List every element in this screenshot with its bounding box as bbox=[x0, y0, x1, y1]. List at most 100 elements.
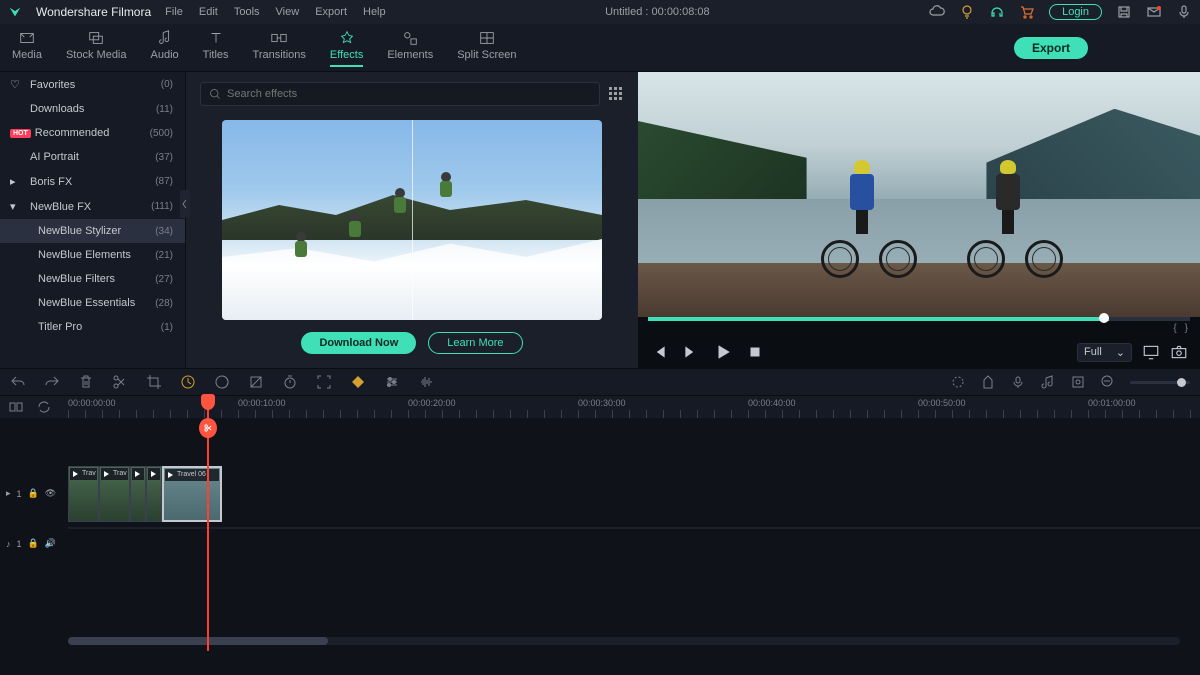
snapshot-icon[interactable] bbox=[1170, 343, 1188, 361]
mix-icon[interactable] bbox=[950, 374, 966, 390]
clip-2[interactable]: Trav bbox=[99, 466, 130, 522]
sidebar-sub-stylizer[interactable]: NewBlue Stylizer(34) bbox=[0, 219, 185, 243]
message-icon[interactable] bbox=[1146, 4, 1162, 20]
app-title: Wondershare Filmora bbox=[36, 5, 151, 19]
chevron-down-icon: ⌄ bbox=[1116, 346, 1125, 359]
color-icon[interactable] bbox=[214, 374, 230, 390]
clip-4[interactable] bbox=[146, 466, 162, 522]
audio-track[interactable]: ♪1🔒🔊 bbox=[68, 528, 1200, 558]
record-icon[interactable] bbox=[1010, 374, 1026, 390]
zoom-out-icon[interactable] bbox=[1100, 374, 1116, 390]
video-progress-bar[interactable] bbox=[648, 317, 1190, 321]
effects-sidebar: ♡Favorites(0) Downloads(11) HOTRecommend… bbox=[0, 72, 186, 368]
video-preview[interactable] bbox=[638, 72, 1200, 317]
tab-split-screen[interactable]: Split Screen bbox=[457, 29, 516, 67]
cart-icon[interactable] bbox=[1019, 4, 1035, 20]
tab-elements[interactable]: Elements bbox=[387, 29, 433, 67]
display-icon[interactable] bbox=[1142, 343, 1160, 361]
sidebar-item-newblue-fx[interactable]: ▾NewBlue FX(111) bbox=[0, 194, 185, 219]
menu-file[interactable]: File bbox=[165, 6, 183, 18]
quality-select[interactable]: Full⌄ bbox=[1077, 343, 1132, 362]
zoom-slider[interactable] bbox=[1130, 381, 1190, 384]
crop-icon[interactable] bbox=[146, 374, 162, 390]
video-track[interactable]: ▸1🔒👁 Trav Trav Travel 06 bbox=[68, 460, 1200, 528]
grid-view-icon[interactable] bbox=[608, 86, 624, 102]
sidebar-item-ai-portrait[interactable]: AI Portrait(37) bbox=[0, 145, 185, 169]
eye-icon[interactable]: 👁 bbox=[45, 488, 56, 499]
sidebar-item-boris-fx[interactable]: ▸Boris FX(87) bbox=[0, 169, 185, 194]
menu-view[interactable]: View bbox=[276, 6, 300, 18]
sync-icon[interactable] bbox=[36, 399, 52, 415]
marker-in-icon[interactable]: { bbox=[1173, 323, 1176, 334]
stop-button[interactable] bbox=[746, 343, 764, 361]
heart-icon: ♡ bbox=[10, 78, 24, 91]
sidebar-sub-titler[interactable]: Titler Pro(1) bbox=[0, 315, 185, 339]
next-frame-button[interactable] bbox=[682, 343, 700, 361]
tab-media[interactable]: Media bbox=[12, 29, 42, 67]
scissors-icon bbox=[199, 418, 217, 438]
lock-icon[interactable]: 🔒 bbox=[28, 538, 39, 549]
tool-tabs-bar: Media Stock Media Audio Titles Transitio… bbox=[0, 24, 1200, 72]
marker-icon[interactable] bbox=[980, 374, 996, 390]
menu-tools[interactable]: Tools bbox=[234, 6, 260, 18]
menu-export[interactable]: Export bbox=[315, 6, 347, 18]
cloud-icon[interactable] bbox=[929, 4, 945, 20]
clip-5-selected[interactable]: Travel 06 bbox=[162, 466, 222, 522]
export-button[interactable]: Export bbox=[1014, 37, 1088, 59]
prev-frame-button[interactable] bbox=[650, 343, 668, 361]
tab-titles[interactable]: Titles bbox=[203, 29, 229, 67]
learn-more-button[interactable]: Learn More bbox=[428, 332, 522, 354]
playhead[interactable] bbox=[207, 396, 209, 651]
titlebar: Wondershare Filmora File Edit Tools View… bbox=[0, 0, 1200, 24]
idea-icon[interactable] bbox=[959, 4, 975, 20]
timer-icon[interactable] bbox=[282, 374, 298, 390]
video-track-icon: ▸ bbox=[6, 488, 11, 499]
split-icon[interactable] bbox=[112, 374, 128, 390]
sidebar-item-downloads[interactable]: Downloads(11) bbox=[0, 97, 185, 121]
green-screen-icon[interactable] bbox=[248, 374, 264, 390]
timeline-scrollbar[interactable] bbox=[68, 637, 1180, 645]
app-logo-icon bbox=[8, 5, 22, 19]
lock-icon[interactable]: 🔒 bbox=[28, 488, 39, 499]
clip-1[interactable]: Trav bbox=[68, 466, 99, 522]
render-icon[interactable] bbox=[1070, 374, 1086, 390]
delete-icon[interactable] bbox=[78, 374, 94, 390]
menu-bar: File Edit Tools View Export Help bbox=[165, 6, 385, 18]
sidebar-sub-filters[interactable]: NewBlue Filters(27) bbox=[0, 267, 185, 291]
undo-icon[interactable] bbox=[10, 374, 26, 390]
headphones-icon[interactable] bbox=[989, 4, 1005, 20]
chevron-right-icon: ▸ bbox=[10, 175, 24, 188]
marker-out-icon[interactable]: } bbox=[1185, 323, 1188, 334]
sidebar-item-favorites[interactable]: ♡Favorites(0) bbox=[0, 72, 185, 97]
menu-help[interactable]: Help bbox=[363, 6, 386, 18]
play-button[interactable] bbox=[714, 343, 732, 361]
sidebar-collapse-handle[interactable] bbox=[180, 190, 190, 218]
adjust-icon[interactable] bbox=[384, 374, 400, 390]
redo-icon[interactable] bbox=[44, 374, 60, 390]
mic-icon[interactable] bbox=[1176, 4, 1192, 20]
speed-icon[interactable] bbox=[180, 374, 196, 390]
download-now-button[interactable]: Download Now bbox=[301, 332, 416, 354]
chevron-down-icon: ▾ bbox=[10, 200, 24, 213]
effect-preview[interactable] bbox=[222, 120, 602, 320]
audio-icon[interactable] bbox=[418, 374, 434, 390]
detect-icon[interactable] bbox=[316, 374, 332, 390]
timeline-ruler[interactable]: 00:00:00:0000:00:10:0000:00:20:0000:00:3… bbox=[0, 396, 1200, 418]
music-icon[interactable] bbox=[1040, 374, 1056, 390]
login-button[interactable]: Login bbox=[1049, 4, 1102, 20]
sidebar-sub-elements[interactable]: NewBlue Elements(21) bbox=[0, 243, 185, 267]
tab-audio[interactable]: Audio bbox=[151, 29, 179, 67]
tab-stock-media[interactable]: Stock Media bbox=[66, 29, 127, 67]
expand-tracks-icon[interactable] bbox=[8, 399, 24, 415]
sidebar-sub-essentials[interactable]: NewBlue Essentials(28) bbox=[0, 291, 185, 315]
clip-3[interactable] bbox=[130, 466, 146, 522]
tab-effects[interactable]: Effects bbox=[330, 29, 363, 67]
save-icon[interactable] bbox=[1116, 4, 1132, 20]
tab-transitions[interactable]: Transitions bbox=[253, 29, 306, 67]
video-player: {} Full⌄ bbox=[638, 72, 1200, 368]
volume-icon[interactable]: 🔊 bbox=[45, 538, 56, 549]
sidebar-item-recommended[interactable]: HOTRecommended(500) bbox=[0, 121, 185, 145]
search-effects-input[interactable] bbox=[200, 82, 600, 106]
menu-edit[interactable]: Edit bbox=[199, 6, 218, 18]
keyframe-icon[interactable] bbox=[350, 374, 366, 390]
